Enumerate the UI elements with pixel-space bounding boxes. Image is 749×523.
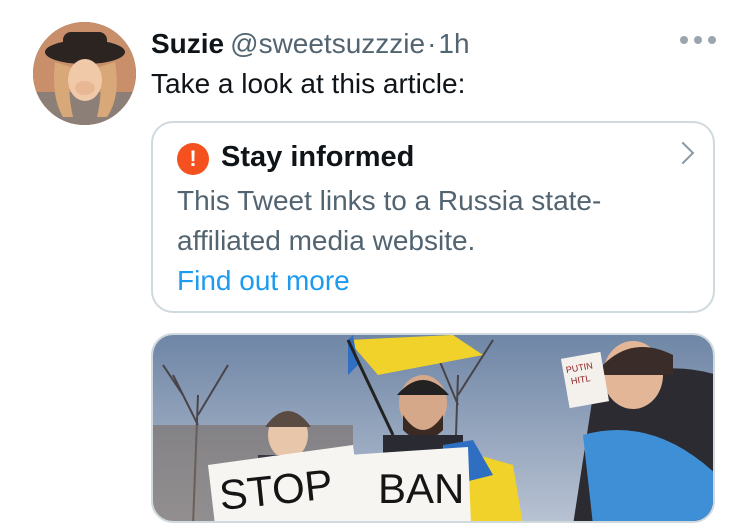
exclamation-circle-icon: ! bbox=[177, 143, 209, 175]
separator-dot: · bbox=[427, 28, 437, 59]
tweet-header: Suzie @sweetsuzzzie · 1h bbox=[151, 26, 470, 62]
state-media-notice-card[interactable]: ! Stay informed This Tweet links to a Ru… bbox=[151, 121, 715, 313]
find-out-more-link[interactable]: Find out more bbox=[177, 261, 350, 301]
ban-sign-text: BAN bbox=[378, 465, 464, 512]
notice-body: This Tweet links to a Russia state-affil… bbox=[177, 185, 602, 256]
notice-title: Stay informed bbox=[221, 141, 415, 173]
protest-photo: PUTIN HITL STOP BAN bbox=[153, 335, 713, 521]
tweet-timestamp[interactable]: 1h bbox=[438, 26, 469, 62]
chevron-right-icon[interactable] bbox=[671, 141, 695, 165]
author-avatar[interactable] bbox=[33, 22, 136, 125]
tweet-text: Take a look at this article: bbox=[151, 68, 466, 99]
avatar-image bbox=[33, 22, 136, 125]
tweet-media-image[interactable]: PUTIN HITL STOP BAN bbox=[151, 333, 715, 523]
author-name[interactable]: Suzie bbox=[151, 26, 224, 62]
author-handle[interactable]: @sweetsuzzzie bbox=[230, 26, 425, 62]
more-options-icon[interactable] bbox=[680, 36, 716, 44]
